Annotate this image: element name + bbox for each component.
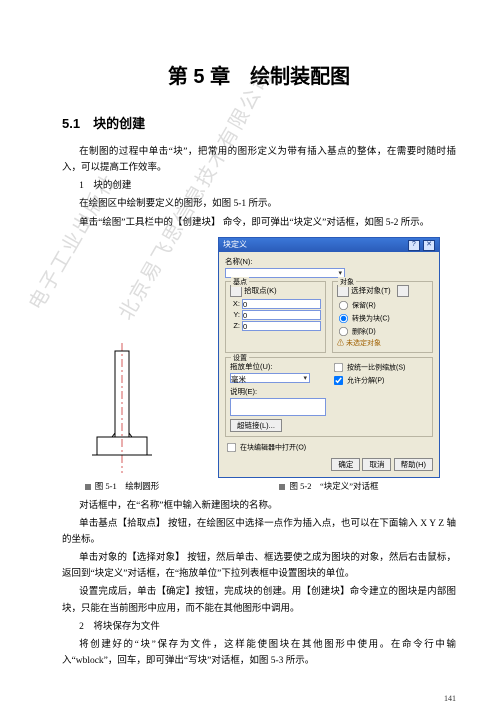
help-icon[interactable]: ?	[408, 240, 420, 251]
close-icon[interactable]: ✕	[423, 240, 435, 251]
paragraph: 在制图的过程中单击“块”，把常用的图形定义为带有插入基点的整体，在需要时随时插入…	[62, 144, 456, 176]
allow-explode-check[interactable]	[334, 376, 343, 385]
pick-point-label[interactable]: 拾取点(K)	[244, 286, 277, 295]
settings-group: 设置 拖放单位(U): 毫米 说明(E): 按	[225, 357, 433, 437]
dialog-title-text: 块定义	[223, 239, 247, 250]
help-button[interactable]: 帮助(H)	[394, 458, 433, 471]
convert-label: 转换为块(C)	[352, 315, 390, 322]
paragraph: 单击基点【拾取点】 按钮，在绘图区中选择一点作为插入点，也可以在下面输入 X Y…	[62, 516, 456, 548]
cancel-button[interactable]: 取消	[362, 458, 391, 471]
hyperlink-button[interactable]: 超链接(L)...	[230, 419, 282, 432]
scale-uniform-check[interactable]	[334, 363, 343, 372]
figure-5-2: 块定义 ? ✕ 名称(N): 基点	[202, 237, 456, 478]
settings-group-title: 设置	[231, 353, 249, 363]
x-label: X:	[230, 299, 240, 308]
paragraph: 在绘图区中绘制要定义的图形，如图 5-1 所示。	[62, 196, 456, 212]
open-editor-label: 在块编辑器中打开(O)	[240, 444, 306, 451]
name-label: 名称(N):	[225, 256, 433, 267]
paragraph: 设置完成后，单击【确定】按钮，完成块的创建。用【创建块】命令建立的图块是内部图块…	[62, 584, 456, 616]
basepoint-group-title: 基点	[231, 277, 249, 287]
chapter-title: 第 5 章 绘制装配图	[62, 60, 456, 89]
no-object-warning: ⚠ 未选定对象	[337, 338, 428, 348]
basepoint-group: 基点 拾取点(K) X:0 Y:0 Z:0	[225, 281, 326, 353]
dialog-titlebar: 块定义 ? ✕	[219, 238, 439, 252]
delete-label: 删除(D)	[352, 328, 376, 335]
z-input[interactable]: 0	[242, 321, 321, 331]
x-input[interactable]: 0	[242, 299, 321, 309]
subhead-2: 2 将块保存为文件	[62, 619, 456, 635]
paragraph: 单击“绘图”工具栏中的【创建块】 命令，即可弹出“块定义”对话框，如图 5-2 …	[62, 215, 456, 231]
section-title: 5.1 块的创建	[62, 113, 456, 132]
select-objects-label[interactable]: 选择对象(T)	[351, 286, 391, 295]
figure-5-1	[62, 343, 182, 478]
figure-5-1-caption: 图 5-1 绘制圆形	[62, 480, 182, 492]
open-editor-check[interactable]	[227, 443, 236, 452]
convert-radio[interactable]	[339, 314, 348, 323]
y-label: Y:	[230, 310, 240, 319]
page-number: 141	[444, 694, 456, 703]
z-label: Z:	[230, 321, 240, 330]
figure-5-2-caption: 图 5-2 “块定义”对话框	[202, 480, 456, 492]
subhead-1: 1 块的创建	[62, 178, 456, 194]
ok-button[interactable]: 确定	[331, 458, 360, 471]
block-definition-dialog: 块定义 ? ✕ 名称(N): 基点	[218, 237, 440, 478]
quickselect-icon[interactable]	[397, 285, 409, 297]
paragraph: 单击对象的【选择对象】 按钮，然后单击、框选要使之成为图块的对象，然后右击鼠标，…	[62, 550, 456, 582]
allow-explode-label: 允许分解(P)	[347, 377, 384, 384]
scale-uniform-label: 按统一比例缩放(S)	[347, 364, 405, 371]
objects-group: 对象 选择对象(T) 保留(R) 转换为块(C) 删除(D) ⚠ 未选定对象	[332, 281, 433, 353]
delete-radio[interactable]	[339, 327, 348, 336]
unit-select[interactable]: 毫米	[230, 373, 310, 383]
paragraph: 将创建好的“块”保存为文件，这样能使图块在其他图形中使用。在命令行中输入“wbl…	[62, 637, 456, 669]
desc-input[interactable]	[230, 398, 326, 416]
y-input[interactable]: 0	[242, 310, 321, 320]
desc-label: 说明(E):	[230, 386, 326, 397]
objects-group-title: 对象	[338, 277, 356, 287]
retain-label: 保留(R)	[352, 302, 376, 309]
paragraph: 对话框中，在“名称”框中输入新建图块的名称。	[62, 498, 456, 514]
retain-radio[interactable]	[339, 301, 348, 310]
